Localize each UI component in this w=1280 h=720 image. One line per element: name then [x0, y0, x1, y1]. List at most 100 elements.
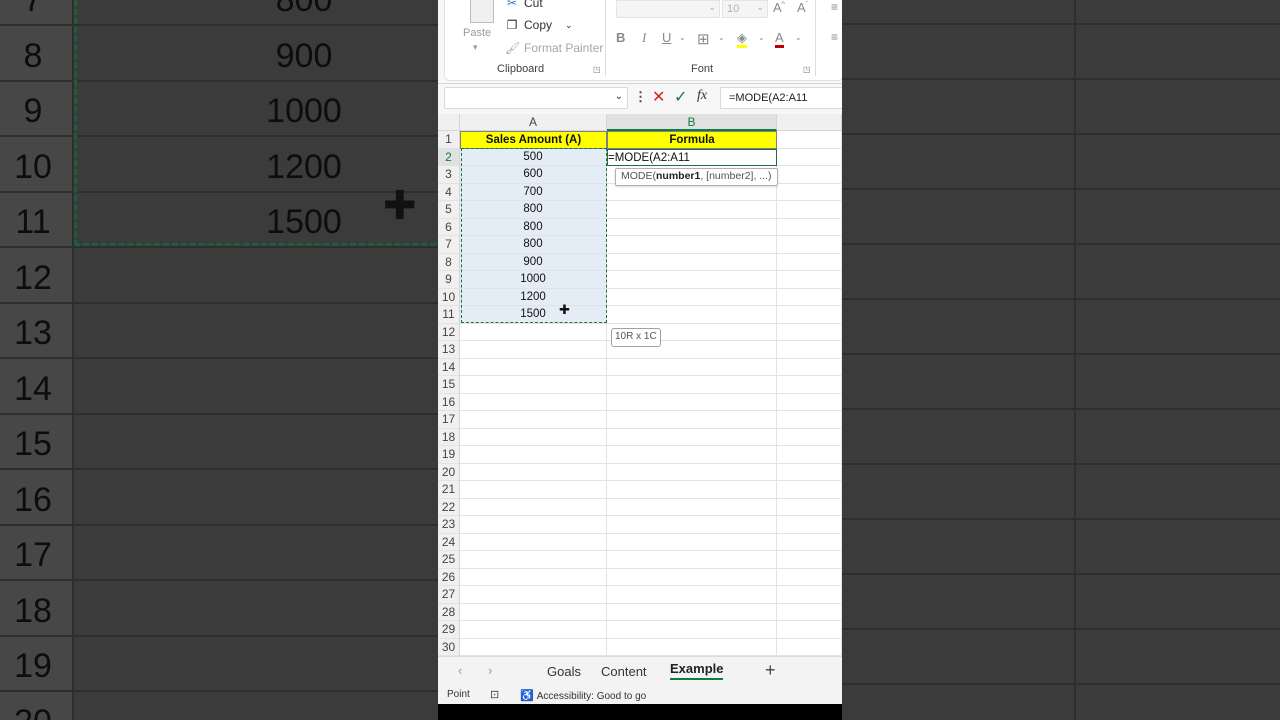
active-editing-cell[interactable]: =MODE(A2:A11 [607, 148, 777, 166]
format-painter-button[interactable]: 🖌 Format Painter [505, 41, 603, 55]
cell-c[interactable] [777, 148, 842, 166]
row-header[interactable]: 16 [438, 393, 460, 411]
chevron-right-icon[interactable]: › [488, 663, 492, 678]
cell-a[interactable] [460, 463, 607, 481]
cell-b[interactable] [607, 411, 777, 429]
cell-b[interactable] [607, 516, 777, 534]
cell-a[interactable] [460, 621, 607, 639]
row-header[interactable]: 18 [438, 428, 460, 446]
cell-a[interactable]: 500 [460, 148, 607, 166]
cell-c[interactable] [777, 621, 842, 639]
cell-c[interactable] [777, 428, 842, 446]
row-header[interactable]: 7 [438, 236, 460, 254]
row-header[interactable]: 10 [438, 288, 460, 306]
cell-a[interactable]: 1500 [460, 306, 607, 324]
sheet-tab-content[interactable]: Content [601, 664, 647, 679]
cell-a[interactable]: 1000 [460, 271, 607, 289]
row-header[interactable]: 11 [438, 306, 460, 324]
row-header[interactable]: 21 [438, 481, 460, 499]
accessibility-status[interactable]: ♿ Accessibility: Good to go [520, 689, 646, 702]
chevron-down-icon[interactable]: ⌄ [758, 33, 765, 42]
function-tooltip-arg[interactable]: number1 [656, 170, 700, 182]
cell-c[interactable] [777, 306, 842, 324]
cancel-icon[interactable]: ✕ [652, 87, 665, 107]
increase-font-size-icon[interactable]: A^ [773, 0, 785, 15]
fill-color-icon[interactable]: ◈ [737, 30, 747, 48]
cell-a[interactable] [460, 551, 607, 569]
cell-c[interactable] [777, 481, 842, 499]
cell-c[interactable] [777, 201, 842, 219]
row-header[interactable]: 22 [438, 498, 460, 516]
clipboard-launcher-icon[interactable]: ◳ [593, 65, 601, 74]
row-header[interactable]: 28 [438, 603, 460, 621]
row-header[interactable]: 17 [438, 411, 460, 429]
cell-b[interactable] [607, 603, 777, 621]
cell-c[interactable] [777, 533, 842, 551]
cell-c[interactable] [777, 166, 842, 184]
decrease-font-size-icon[interactable]: Aˇ [797, 0, 808, 15]
chevron-left-icon[interactable]: ‹ [458, 663, 462, 678]
cell-a[interactable]: 800 [460, 236, 607, 254]
cell-a[interactable]: 700 [460, 183, 607, 201]
column-header-b[interactable]: B [607, 114, 777, 131]
cell-a[interactable] [460, 358, 607, 376]
row-header[interactable]: 24 [438, 533, 460, 551]
font-size-select[interactable]: 10 ⌄ [722, 0, 768, 18]
cell-b[interactable] [607, 236, 777, 254]
cell-b[interactable] [607, 218, 777, 236]
row-header[interactable]: 9 [438, 271, 460, 289]
cell-a[interactable] [460, 428, 607, 446]
cell-b[interactable] [607, 621, 777, 639]
sheet-tab-goals[interactable]: Goals [547, 664, 581, 679]
cell-b[interactable] [607, 306, 777, 324]
bold-button[interactable]: B [616, 30, 625, 45]
cell-b[interactable] [607, 253, 777, 271]
cell-b[interactable] [607, 586, 777, 604]
macro-record-icon[interactable]: ⊡ [490, 688, 499, 701]
row-header[interactable]: 8 [438, 253, 460, 271]
insert-function-icon[interactable]: fx [697, 88, 707, 104]
font-name-select[interactable]: ⌄ [616, 0, 720, 18]
cell-b[interactable] [607, 376, 777, 394]
cell-a[interactable] [460, 393, 607, 411]
chevron-down-icon[interactable]: ⌄ [718, 33, 725, 42]
row-header[interactable]: 23 [438, 516, 460, 534]
name-box[interactable]: ⌄ [444, 87, 628, 109]
cell-c[interactable] [777, 131, 842, 149]
cell-b[interactable] [607, 498, 777, 516]
more-options-icon[interactable]: ⋮ [634, 89, 647, 105]
paste-button[interactable]: Paste ▾ [463, 0, 495, 56]
row-header[interactable]: 1 [438, 131, 460, 149]
cell-b[interactable] [607, 183, 777, 201]
row-header[interactable]: 29 [438, 621, 460, 639]
enter-check-icon[interactable]: ✓ [674, 87, 687, 107]
cell-c[interactable] [777, 638, 842, 656]
cell-a[interactable] [460, 498, 607, 516]
cell-a[interactable]: 900 [460, 253, 607, 271]
font-color-icon[interactable]: A [775, 30, 784, 48]
cell-c[interactable] [777, 603, 842, 621]
cell-b[interactable] [607, 638, 777, 656]
cell-a[interactable] [460, 568, 607, 586]
cell-b[interactable] [607, 551, 777, 569]
column-header-c[interactable] [777, 114, 842, 131]
row-header[interactable]: 19 [438, 446, 460, 464]
cell-c[interactable] [777, 341, 842, 359]
cell-c[interactable] [777, 271, 842, 289]
row-header[interactable]: 5 [438, 201, 460, 219]
cell-c[interactable] [777, 323, 842, 341]
cell-b[interactable] [607, 533, 777, 551]
cell-a[interactable] [460, 481, 607, 499]
cell-c[interactable] [777, 236, 842, 254]
italic-button[interactable]: I [642, 30, 646, 46]
cell-a[interactable] [460, 603, 607, 621]
cell-c[interactable] [777, 551, 842, 569]
cell-a[interactable] [460, 341, 607, 359]
header-cell-a[interactable]: Sales Amount (A) [460, 131, 607, 149]
row-header[interactable]: 12 [438, 323, 460, 341]
cell-c[interactable] [777, 516, 842, 534]
row-header[interactable]: 6 [438, 218, 460, 236]
align-left-icon[interactable]: ≡ [831, 30, 838, 44]
chevron-down-icon[interactable]: ⌄ [795, 33, 802, 42]
cell-c[interactable] [777, 411, 842, 429]
